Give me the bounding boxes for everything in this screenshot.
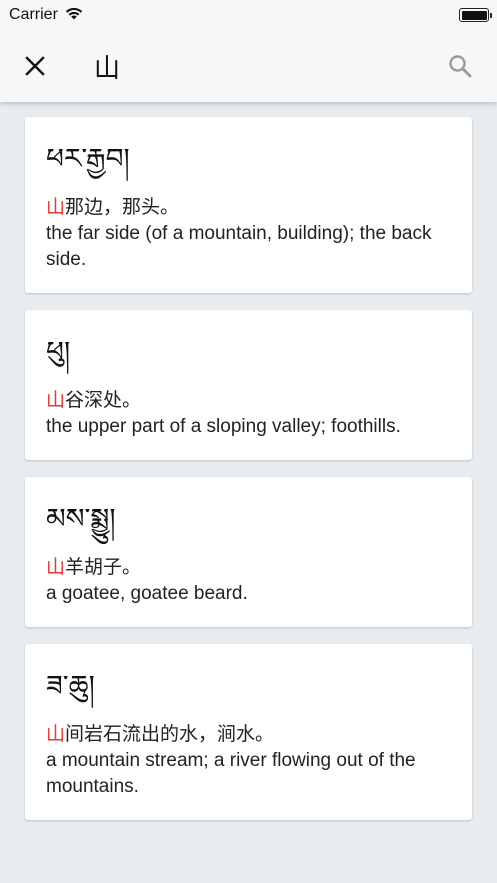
chinese-text: 羊胡子。	[65, 556, 142, 578]
chinese-text: 间岩石流出的水，涧水。	[65, 723, 275, 745]
results-list: ཕར་རྒྱབ། 山那边，那头。 the far side (of a moun…	[25, 117, 472, 820]
tibetan-term: ཕུ།	[46, 335, 71, 368]
chinese-definition: 山那边，那头。	[46, 193, 451, 221]
tibetan-term: ཕར་རྒྱབ།	[46, 142, 130, 175]
result-card[interactable]: ཕུ། 山谷深处。 the upper part of a sloping va…	[25, 310, 472, 460]
result-card[interactable]: ཟ་ཆུ། 山间岩石流出的水，涧水。 a mountain stream; a …	[25, 644, 472, 820]
query-highlight: 山	[46, 389, 66, 411]
search-query[interactable]: 山	[94, 48, 120, 85]
search-icon	[449, 55, 472, 78]
chinese-text: 谷深处。	[65, 389, 142, 411]
chinese-definition: 山谷深处。	[46, 386, 451, 414]
query-highlight: 山	[46, 723, 66, 745]
app-bar: 山	[0, 30, 497, 102]
english-definition: a mountain stream; a river flowing out o…	[46, 750, 416, 797]
search-button[interactable]	[447, 53, 473, 79]
english-definition: the upper part of a sloping valley; foot…	[46, 416, 401, 437]
chinese-text: 那边，那头。	[65, 196, 180, 218]
result-card[interactable]: ཕར་རྒྱབ། 山那边，那头。 the far side (of a moun…	[25, 117, 472, 293]
close-icon	[25, 56, 45, 76]
english-definition: the far side (of a mountain, building); …	[46, 223, 432, 270]
status-bar: Carrier	[0, 0, 497, 30]
tibetan-term: ཟ་ཆུ།	[46, 669, 95, 702]
battery-icon	[459, 8, 492, 22]
close-button[interactable]	[24, 55, 46, 77]
english-definition: a goatee, goatee beard.	[46, 583, 248, 604]
query-highlight: 山	[46, 196, 66, 218]
tibetan-term: མས་སྨྱུ།	[46, 502, 116, 535]
chinese-definition: 山羊胡子。	[46, 553, 451, 581]
wifi-icon	[64, 6, 84, 25]
result-card[interactable]: མས་སྨྱུ། 山羊胡子。 a goatee, goatee beard.	[25, 477, 472, 627]
chinese-definition: 山间岩石流出的水，涧水。	[46, 720, 451, 748]
carrier-label: Carrier	[9, 6, 58, 23]
status-left: Carrier	[9, 6, 84, 25]
query-highlight: 山	[46, 556, 66, 578]
